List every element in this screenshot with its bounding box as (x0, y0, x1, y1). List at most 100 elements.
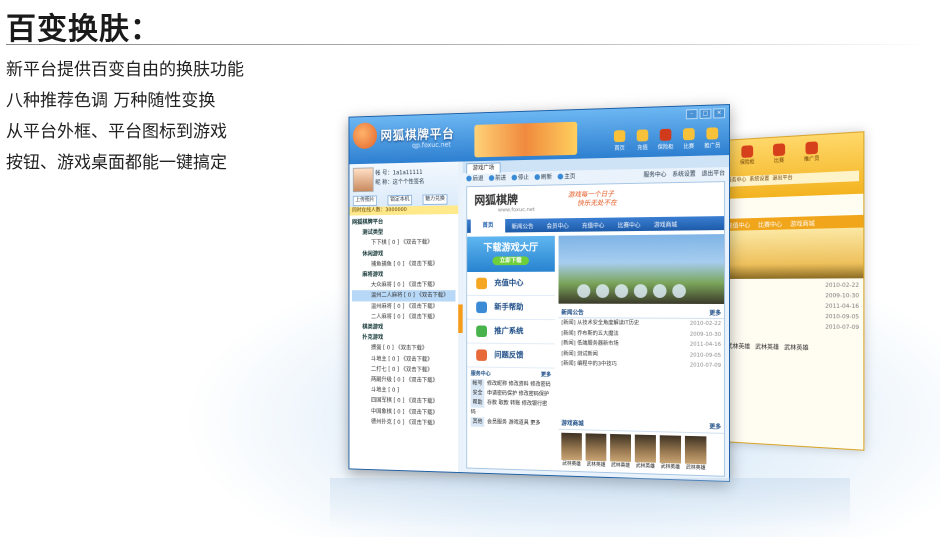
recharge-button[interactable]: 充值 (632, 129, 653, 151)
nav-match[interactable]: 比赛中心 (611, 220, 647, 229)
alt-skin-mall: 武林英雄 武林英雄 武林英雄 (723, 337, 863, 358)
stop-button[interactable]: 停止 (512, 172, 529, 181)
game-tree: 网狐棋牌平台 测试类型 下下棋 [ 0 ] 《双击下载》 休闲游戏 捕鱼捕鱼 [ 0 ]… (349, 214, 458, 431)
service-center-link[interactable]: 服务中心 (643, 169, 666, 178)
news-list: [新闻] 从技术安全角度解读IT历史 2010-02-22 [新闻] 乔布斯的五大… (559, 318, 725, 371)
nav-mall[interactable]: 游戏商城 (647, 219, 684, 228)
divider (6, 44, 934, 45)
maximize-button[interactable]: □ (700, 109, 712, 119)
sidebar: 帐 号：1a1a11111 昵 称：这个个性签名 上传照片 锁定本机 魅力兑换 … (349, 162, 459, 472)
home-button[interactable]: 首页 (609, 130, 630, 152)
tab-game-plaza[interactable]: 游戏广场 (466, 162, 500, 173)
minimize-button[interactable]: - (686, 109, 698, 119)
feature-text: 新平台提供百变自由的换肤功能 八种推荐色调 万种随性变换 从平台外框、平台图标到… (6, 55, 244, 179)
mall-item[interactable]: 武林英雄 (635, 435, 656, 470)
game-banner-art (474, 122, 577, 158)
menu-promote[interactable]: 推广系统 (467, 320, 555, 345)
nav-member[interactable]: 会员中心 (540, 221, 575, 230)
tree-category[interactable]: 扑克游戏 (352, 332, 456, 343)
tree-item[interactable]: 温州麻将 [ 0 ] 《双击下载》 (352, 301, 456, 312)
feature-line: 从平台外框、平台图标到游戏 (6, 117, 244, 148)
service-row[interactable]: 帮助 存款 取款 转账 修改银行密码 (471, 398, 551, 419)
menu-feedback[interactable]: 问题反馈 (467, 344, 555, 369)
home-icon (614, 130, 625, 142)
alt-skin-titlebar: 保险柜 比赛 推广员 服务中心 系统设置 退出平台 (723, 132, 863, 199)
trophy-icon (683, 128, 695, 140)
promoter-icon (706, 127, 718, 139)
user-info: 帐 号：1a1a11111 昵 称：这个个性签名 (375, 168, 424, 188)
exit-link[interactable]: 退出平台 (701, 168, 725, 177)
promo-banner[interactable] (559, 234, 725, 304)
page-brand: 网狐棋牌 (474, 191, 518, 208)
promoter-button[interactable]: 推广员 (702, 127, 724, 150)
homepage-button[interactable]: 主页 (558, 171, 576, 180)
close-button[interactable]: × (713, 108, 725, 118)
nav-recharge[interactable]: 充值中心 (575, 220, 611, 229)
tree-category[interactable]: 休闲游戏 (352, 248, 456, 259)
service-box: 服务中心 更多 帐号 修改昵称 修改资料 修改密码 安全 申请密码保护 修改密码保护 … (467, 367, 555, 430)
back-button[interactable]: 后退 (466, 173, 483, 182)
settings-link[interactable]: 系统设置 (672, 169, 695, 178)
service-row[interactable]: 其他 会员服务 游戏道具 更多 (471, 417, 551, 429)
tree-item[interactable]: 大众麻将 [ 0 ] 《双击下载》 (352, 280, 456, 291)
avatar[interactable] (353, 167, 374, 192)
upload-photo-button[interactable]: 上传照片 (353, 195, 377, 206)
mall-item[interactable]: 武林英雄 (660, 435, 681, 470)
headline: 百变换肤： (6, 4, 161, 48)
quick-menu: 充值中心 新手帮助 推广系统 问题反馈 (467, 272, 555, 369)
recharge-icon (637, 129, 648, 141)
match-button[interactable]: 比赛 (678, 128, 699, 150)
tree-item[interactable]: 二人麻将 [ 0 ] 《双击下载》 (352, 312, 456, 323)
news-item[interactable]: [新闻] 编程中的3中技巧 2010-07-09 (559, 359, 725, 371)
nav-news[interactable]: 新闻公告 (505, 221, 540, 230)
promoter-icon: 推广员 (800, 141, 823, 163)
more-link[interactable]: 更多 (541, 370, 551, 380)
page-url: www.foxuc.net (498, 207, 535, 213)
match-icon: 比赛 (768, 143, 790, 165)
tree-category[interactable]: 麻将游戏 (352, 269, 456, 280)
alt-skin-toolbar: 服务中心 系统设置 退出平台 (727, 171, 859, 187)
feature-line: 新平台提供百变自由的换肤功能 (6, 55, 244, 86)
page-slogan: 游戏每一个日子 快乐无处不在 (568, 190, 617, 208)
brand-url: qp.foxuc.net (412, 141, 451, 150)
fox-logo-icon (353, 122, 377, 149)
mall-item[interactable]: 武林英雄 (586, 433, 607, 468)
web-page: 网狐棋牌 www.foxuc.net 游戏每一个日子 快乐无处不在 首页 新闻公告… (466, 181, 725, 477)
alt-skin-banner (723, 228, 863, 279)
tree-item[interactable]: 温州二人麻将 [ 0 ] 《双击下载》 (352, 291, 456, 302)
forward-button[interactable]: 前进 (489, 173, 506, 182)
mall-item[interactable]: 武林英雄 (610, 434, 631, 469)
feature-line: 按钮、游戏桌面都能一键搞定 (6, 148, 244, 179)
titlebar: 网狐棋牌平台 qp.foxuc.net 首页 充值 保险柜 比赛 推广员 - □… (349, 105, 729, 164)
menu-recharge[interactable]: 充值中心 (467, 272, 555, 296)
alt-skin-window: 保险柜 比赛 推广员 服务中心 系统设置 退出平台 充值中心 比赛中心 游戏商城 2… (722, 131, 864, 451)
mall-item[interactable]: 武林英雄 (685, 436, 706, 471)
download-button[interactable]: 立即下载 (492, 256, 529, 265)
page-right-column: 新闻公告 更多 [新闻] 从技术安全角度解读IT历史 2010-02-22 [新闻]… (559, 234, 725, 476)
tree-category[interactable]: 棋类游戏 (352, 322, 456, 333)
page-left-column: 下载游戏大厅 立即下载 充值中心 新手帮助 推广系统 问题反馈 服务中心 更多 帐… (467, 236, 555, 471)
refresh-button[interactable]: 刷新 (535, 172, 553, 181)
charm-exchange-button[interactable]: 魅力兑换 (423, 194, 448, 205)
platform-window: 网狐棋牌平台 qp.foxuc.net 首页 充值 保险柜 比赛 推广员 - □… (349, 104, 730, 482)
more-link[interactable]: 更多 (709, 308, 721, 317)
more-link[interactable]: 更多 (709, 422, 721, 431)
menu-help[interactable]: 新手帮助 (467, 296, 555, 320)
page-header: 网狐棋牌 www.foxuc.net 游戏每一个日子 快乐无处不在 (467, 182, 724, 219)
feature-line: 八种推荐色调 万种随性变换 (6, 86, 244, 117)
safe-button[interactable]: 保险柜 (655, 129, 676, 151)
user-panel: 帐 号：1a1a11111 昵 称：这个个性签名 上传照片 锁定本机 魅力兑换 (349, 162, 458, 208)
news-header: 新闻公告 更多 (559, 304, 725, 319)
window-reflection (330, 478, 850, 528)
tree-item[interactable]: 德州扑克 [ 0 ] 《双击下载》 (352, 416, 456, 429)
alt-skin-news: 2010-02-22 2009-10-30 2011-04-16 2010-09… (723, 278, 863, 339)
safe-icon: 保险柜 (737, 145, 759, 166)
window-controls: - □ × (686, 108, 725, 119)
tree-item[interactable]: 捕鱼捕鱼 [ 0 ] 《双击下载》 (352, 259, 456, 270)
download-panel[interactable]: 下载游戏大厅 立即下载 (467, 236, 555, 272)
main-panel: 游戏广场 后退 前进 停止 刷新 主页 服务中心 系统设置 退出平台 网狐棋牌 … (463, 155, 729, 481)
nav-home[interactable]: 首页 (471, 219, 505, 233)
mall-item[interactable]: 武林英雄 (561, 433, 582, 468)
lock-machine-button[interactable]: 锁定本机 (388, 195, 413, 206)
game-mall: 游戏商城 更多 武林英雄 武林英雄 武林英雄 武林英雄 武林英雄 武林英雄 (559, 416, 725, 476)
